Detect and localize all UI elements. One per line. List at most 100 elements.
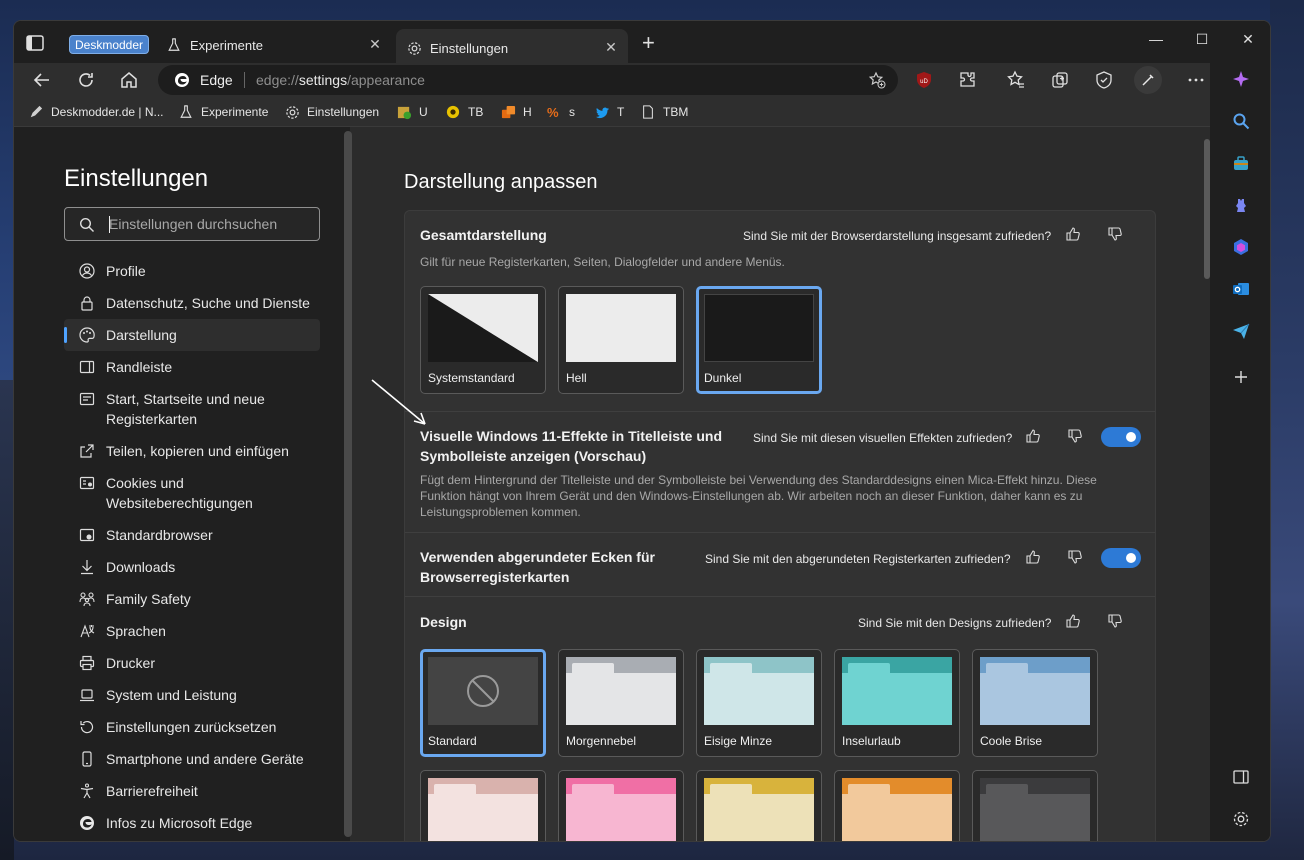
tab-strip: Deskmodder Experimente ✕ Einstellungen ✕… — [14, 21, 1270, 67]
favorite-tb[interactable]: TB — [445, 103, 483, 121]
thumbs-up-icon[interactable] — [1065, 226, 1083, 244]
home-tabs-icon — [78, 390, 96, 408]
outlook-icon[interactable] — [1231, 279, 1251, 299]
thumbs-up-icon[interactable] — [1065, 613, 1083, 631]
theme-preview — [428, 778, 538, 841]
close-tab-icon[interactable]: ✕ — [368, 37, 382, 51]
nav-item-system[interactable]: System und Leistung — [64, 679, 320, 711]
sidebar-settings-icon[interactable] — [1231, 809, 1251, 829]
nav-item-share[interactable]: Teilen, kopieren und einfügen — [64, 435, 320, 467]
maximize-button[interactable]: ☐ — [1182, 31, 1222, 53]
design-tile-dark-gray[interactable] — [972, 770, 1098, 841]
gear-icon — [284, 104, 300, 120]
url-text[interactable]: edge://settings/appearance — [256, 72, 425, 88]
favorite-t[interactable]: T — [594, 103, 624, 121]
thumbs-up-icon[interactable] — [1025, 428, 1043, 446]
nav-item-sidebar[interactable]: Randleiste — [64, 351, 320, 383]
nav-item-profile[interactable]: Profile — [64, 255, 320, 287]
nav-item-reset[interactable]: Einstellungen zurücksetzen — [64, 711, 320, 743]
home-button[interactable] — [115, 66, 143, 94]
nav-item-default-browser[interactable]: Standardbrowser — [64, 519, 320, 551]
nav-item-cookies[interactable]: Cookies und Websiteberechtigungen — [64, 467, 320, 519]
browser-essentials-icon[interactable] — [1090, 66, 1118, 94]
design-tile-yellow[interactable] — [696, 770, 822, 841]
nav-scrollbar[interactable] — [344, 131, 352, 837]
close-window-button[interactable]: ✕ — [1228, 31, 1268, 53]
mica-toggle[interactable] — [1101, 427, 1141, 447]
back-button[interactable] — [28, 66, 56, 94]
microsoft365-icon[interactable] — [1231, 237, 1251, 257]
ublock-extension-icon[interactable]: uD — [910, 66, 938, 94]
gear-icon — [406, 40, 422, 56]
nav-item-printer[interactable]: Drucker — [64, 647, 320, 679]
add-favorite-icon[interactable] — [868, 71, 886, 89]
nav-item-about[interactable]: Infos zu Microsoft Edge — [64, 807, 320, 839]
thumbs-down-icon[interactable] — [1107, 226, 1125, 244]
more-menu-icon[interactable] — [1182, 66, 1210, 94]
nav-item-appearance[interactable]: Darstellung — [64, 319, 320, 351]
refresh-button[interactable] — [72, 66, 100, 94]
favorite-deskmodder[interactable]: Deskmodder.de | N... — [28, 103, 164, 121]
design-tile-eisige-minze[interactable]: Eisige Minze — [696, 649, 822, 757]
minimize-button[interactable]: — — [1136, 31, 1176, 53]
extensions-icon[interactable] — [953, 66, 981, 94]
design-tile-pink[interactable] — [558, 770, 684, 841]
favorite-s[interactable]: % s — [546, 103, 575, 121]
tile-label: Inselurlaub — [842, 734, 901, 748]
design-tile-rose[interactable] — [420, 770, 546, 841]
search-input[interactable] — [109, 214, 309, 234]
thumbs-down-icon[interactable] — [1107, 613, 1125, 631]
search-icon — [79, 217, 95, 233]
theme-dark-tile[interactable]: Dunkel — [696, 286, 822, 394]
send-icon[interactable] — [1231, 321, 1251, 341]
favorite-experimente[interactable]: Experimente — [178, 103, 268, 121]
hide-sidebar-icon[interactable] — [1231, 767, 1251, 787]
favorite-h[interactable]: H — [500, 103, 532, 121]
nav-item-accessibility[interactable]: Barrierefreiheit — [64, 775, 320, 807]
new-tab-button[interactable]: + — [642, 32, 660, 55]
design-tile-coole-brise[interactable]: Coole Brise — [972, 649, 1098, 757]
u-icon — [396, 104, 412, 120]
nav-item-phone[interactable]: Smartphone und andere Geräte — [64, 743, 320, 775]
address-bar[interactable]: Edge edge://settings/appearance — [158, 65, 898, 95]
design-tile-morgennebel[interactable]: Morgennebel — [558, 649, 684, 757]
copilot-icon[interactable] — [1231, 69, 1251, 89]
add-icon[interactable] — [1231, 367, 1251, 387]
favorite-einstellungen[interactable]: Einstellungen — [284, 103, 379, 121]
tools-icon[interactable] — [1231, 153, 1251, 173]
profile-icon[interactable] — [1134, 66, 1162, 94]
nav-item-start[interactable]: Start, Startseite und neue Registerkarte… — [64, 383, 320, 435]
settings-search[interactable] — [64, 207, 320, 241]
flask-icon — [166, 37, 182, 53]
theme-light-tile[interactable]: Hell — [558, 286, 684, 394]
nav-item-languages[interactable]: Sprachen — [64, 615, 320, 647]
theme-system-tile[interactable]: Systemstandard — [420, 286, 546, 394]
thumbs-up-icon[interactable] — [1025, 549, 1043, 567]
collections-icon[interactable] — [1046, 66, 1074, 94]
rounded-toggle[interactable] — [1101, 548, 1141, 568]
tab-einstellungen[interactable]: Einstellungen ✕ — [396, 29, 628, 67]
favorites-icon[interactable] — [1002, 66, 1030, 94]
design-tile-inselurlaub[interactable]: Inselurlaub — [834, 649, 960, 757]
games-icon[interactable] — [1231, 195, 1251, 215]
close-tab-icon[interactable]: ✕ — [604, 40, 618, 54]
favorite-tbm[interactable]: TBM — [640, 103, 688, 121]
tab-actions-icon[interactable] — [26, 35, 44, 51]
nav-item-downloads[interactable]: Downloads — [64, 551, 320, 583]
thumbs-down-icon[interactable] — [1067, 549, 1085, 567]
design-tile-orange[interactable] — [834, 770, 960, 841]
search-icon[interactable] — [1231, 111, 1251, 131]
dark-preview — [704, 294, 814, 362]
design-tile-standard[interactable]: Standard — [420, 649, 546, 757]
theme-preview — [704, 778, 814, 841]
edge-icon — [174, 72, 190, 88]
divider — [405, 411, 1155, 412]
profile-pill[interactable]: Deskmodder — [69, 35, 150, 54]
theme-preview — [980, 657, 1090, 725]
tab-experimente[interactable]: Experimente ✕ — [152, 29, 392, 61]
nav-item-family[interactable]: Family Safety — [64, 583, 320, 615]
favorite-u[interactable]: U — [396, 103, 428, 121]
overall-question: Sind Sie mit der Browserdarstellung insg… — [743, 229, 1052, 243]
nav-item-privacy[interactable]: Datenschutz, Suche und Dienste — [64, 287, 320, 319]
thumbs-down-icon[interactable] — [1067, 428, 1085, 446]
